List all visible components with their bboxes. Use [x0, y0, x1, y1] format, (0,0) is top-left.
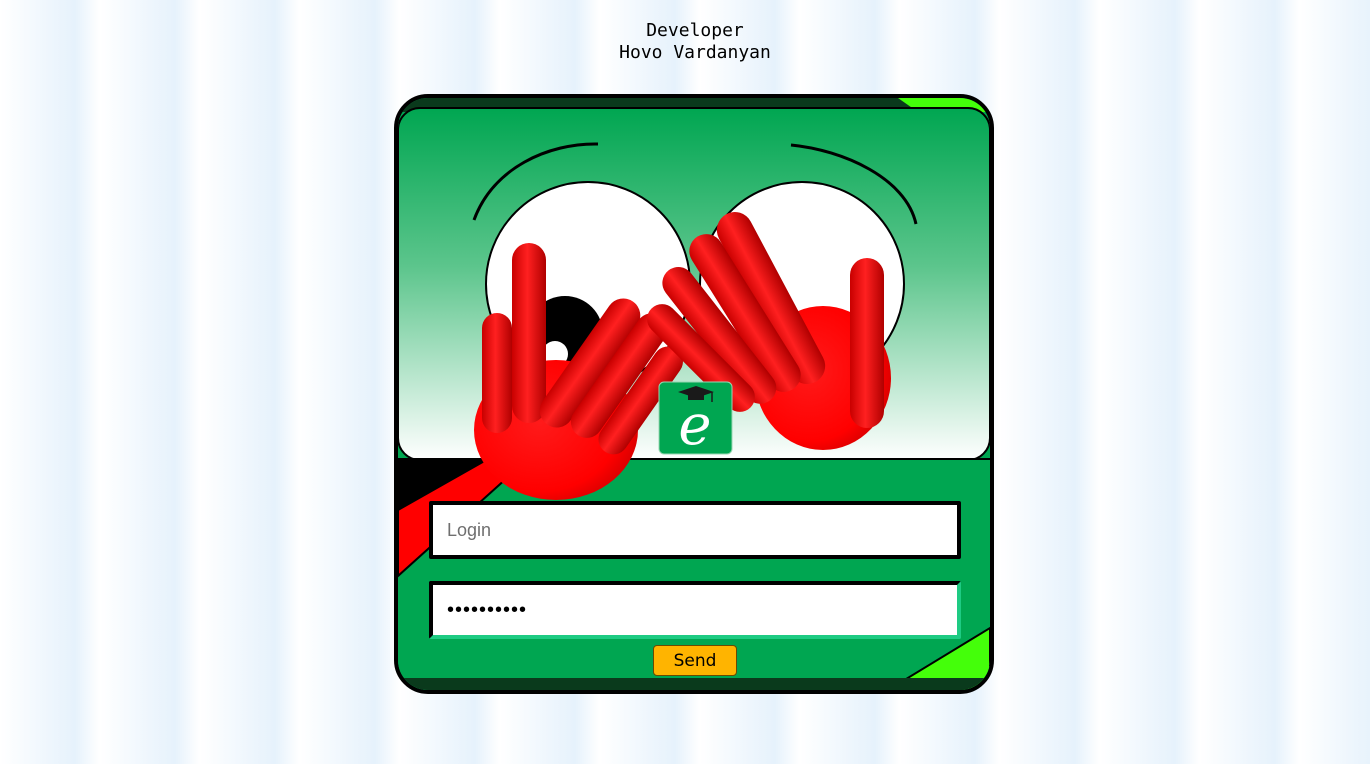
send-button[interactable]: Send — [653, 645, 737, 676]
developer-credit: Developer Hovo Vardanyan — [560, 20, 830, 64]
login-input[interactable] — [429, 501, 961, 559]
login-card: e Send — [394, 94, 994, 694]
developer-name: Hovo Vardanyan — [619, 42, 771, 63]
developer-role: Developer — [646, 20, 744, 41]
login-form: Send — [398, 98, 990, 690]
password-input[interactable] — [429, 581, 961, 639]
